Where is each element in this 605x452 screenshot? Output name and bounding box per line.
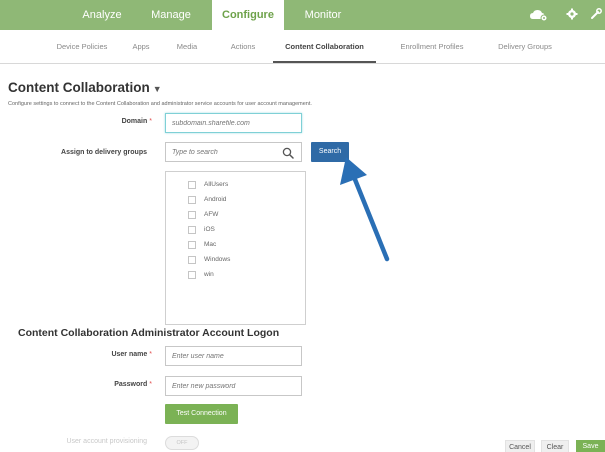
provisioning-label: User account provisioning <box>66 438 147 445</box>
nav-tab-manage[interactable]: Manage <box>142 0 200 30</box>
subnav-enrollment-profiles[interactable]: Enrollment Profiles <box>392 30 472 63</box>
subnav-apps[interactable]: Apps <box>126 30 156 63</box>
group-label: iOS <box>204 226 215 233</box>
page-description: Configure settings to connect to the Con… <box>8 101 312 107</box>
group-checkbox[interactable] <box>188 271 196 279</box>
subnav-media[interactable]: Media <box>170 30 204 63</box>
annotation-arrow-icon <box>340 157 390 262</box>
group-checkbox[interactable] <box>188 196 196 204</box>
password-label-text: Password <box>114 381 148 388</box>
nav-tab-monitor[interactable]: Monitor <box>296 0 350 30</box>
username-input[interactable] <box>165 346 302 366</box>
group-label: Android <box>204 196 227 203</box>
domain-label-text: Domain <box>121 118 148 125</box>
group-checkbox[interactable] <box>188 241 196 249</box>
subnav-actions[interactable]: Actions <box>224 30 262 63</box>
username-label: User name * <box>60 351 152 358</box>
group-checkbox[interactable] <box>188 256 196 264</box>
save-button[interactable]: Save <box>576 440 605 452</box>
page-title[interactable]: Content Collaboration ▼ <box>8 80 162 95</box>
top-nav: Analyze Manage Configure Monitor <box>0 0 605 30</box>
cancel-button[interactable]: Cancel <box>505 440 535 452</box>
required-marker: * <box>149 351 152 358</box>
required-marker: * <box>149 381 152 388</box>
sub-nav: Device Policies Apps Media Actions Conte… <box>0 30 605 64</box>
group-label: AFW <box>204 211 219 218</box>
assign-delivery-groups-label: Assign to delivery groups <box>61 149 147 156</box>
group-checkbox[interactable] <box>188 211 196 219</box>
cloud-settings-icon[interactable] <box>529 8 549 22</box>
group-label: Mac <box>204 241 217 248</box>
subnav-content-collaboration[interactable]: Content Collaboration <box>273 30 376 63</box>
group-label: AllUsers <box>204 181 229 188</box>
page-title-text: Content Collaboration <box>8 80 150 95</box>
admin-section-title: Content Collaboration Administrator Acco… <box>18 327 280 339</box>
group-label: win <box>204 271 214 278</box>
test-connection-button[interactable]: Test Connection <box>165 404 238 424</box>
domain-label: Domain * <box>60 118 152 125</box>
search-icon[interactable] <box>282 146 294 159</box>
wrench-icon[interactable] <box>589 8 603 22</box>
clear-button[interactable]: Clear <box>541 440 569 452</box>
nav-tab-configure[interactable]: Configure <box>212 0 284 30</box>
subnav-device-policies[interactable]: Device Policies <box>52 30 112 63</box>
gear-icon[interactable] <box>565 8 579 22</box>
chevron-down-icon[interactable]: ▼ <box>153 84 162 94</box>
required-marker: * <box>149 118 152 125</box>
password-input[interactable] <box>165 376 302 396</box>
delivery-group-list[interactable]: AllUsers Android AFW iOS Mac Windows win <box>165 171 306 325</box>
domain-input[interactable] <box>165 113 302 133</box>
group-label: Windows <box>204 256 231 263</box>
group-checkbox[interactable] <box>188 226 196 234</box>
group-checkbox[interactable] <box>188 181 196 189</box>
username-label-text: User name <box>111 351 148 358</box>
password-label: Password * <box>60 381 152 388</box>
provisioning-toggle[interactable]: OFF <box>165 436 199 450</box>
nav-tab-analyze[interactable]: Analyze <box>72 0 132 30</box>
subnav-delivery-groups[interactable]: Delivery Groups <box>490 30 560 63</box>
